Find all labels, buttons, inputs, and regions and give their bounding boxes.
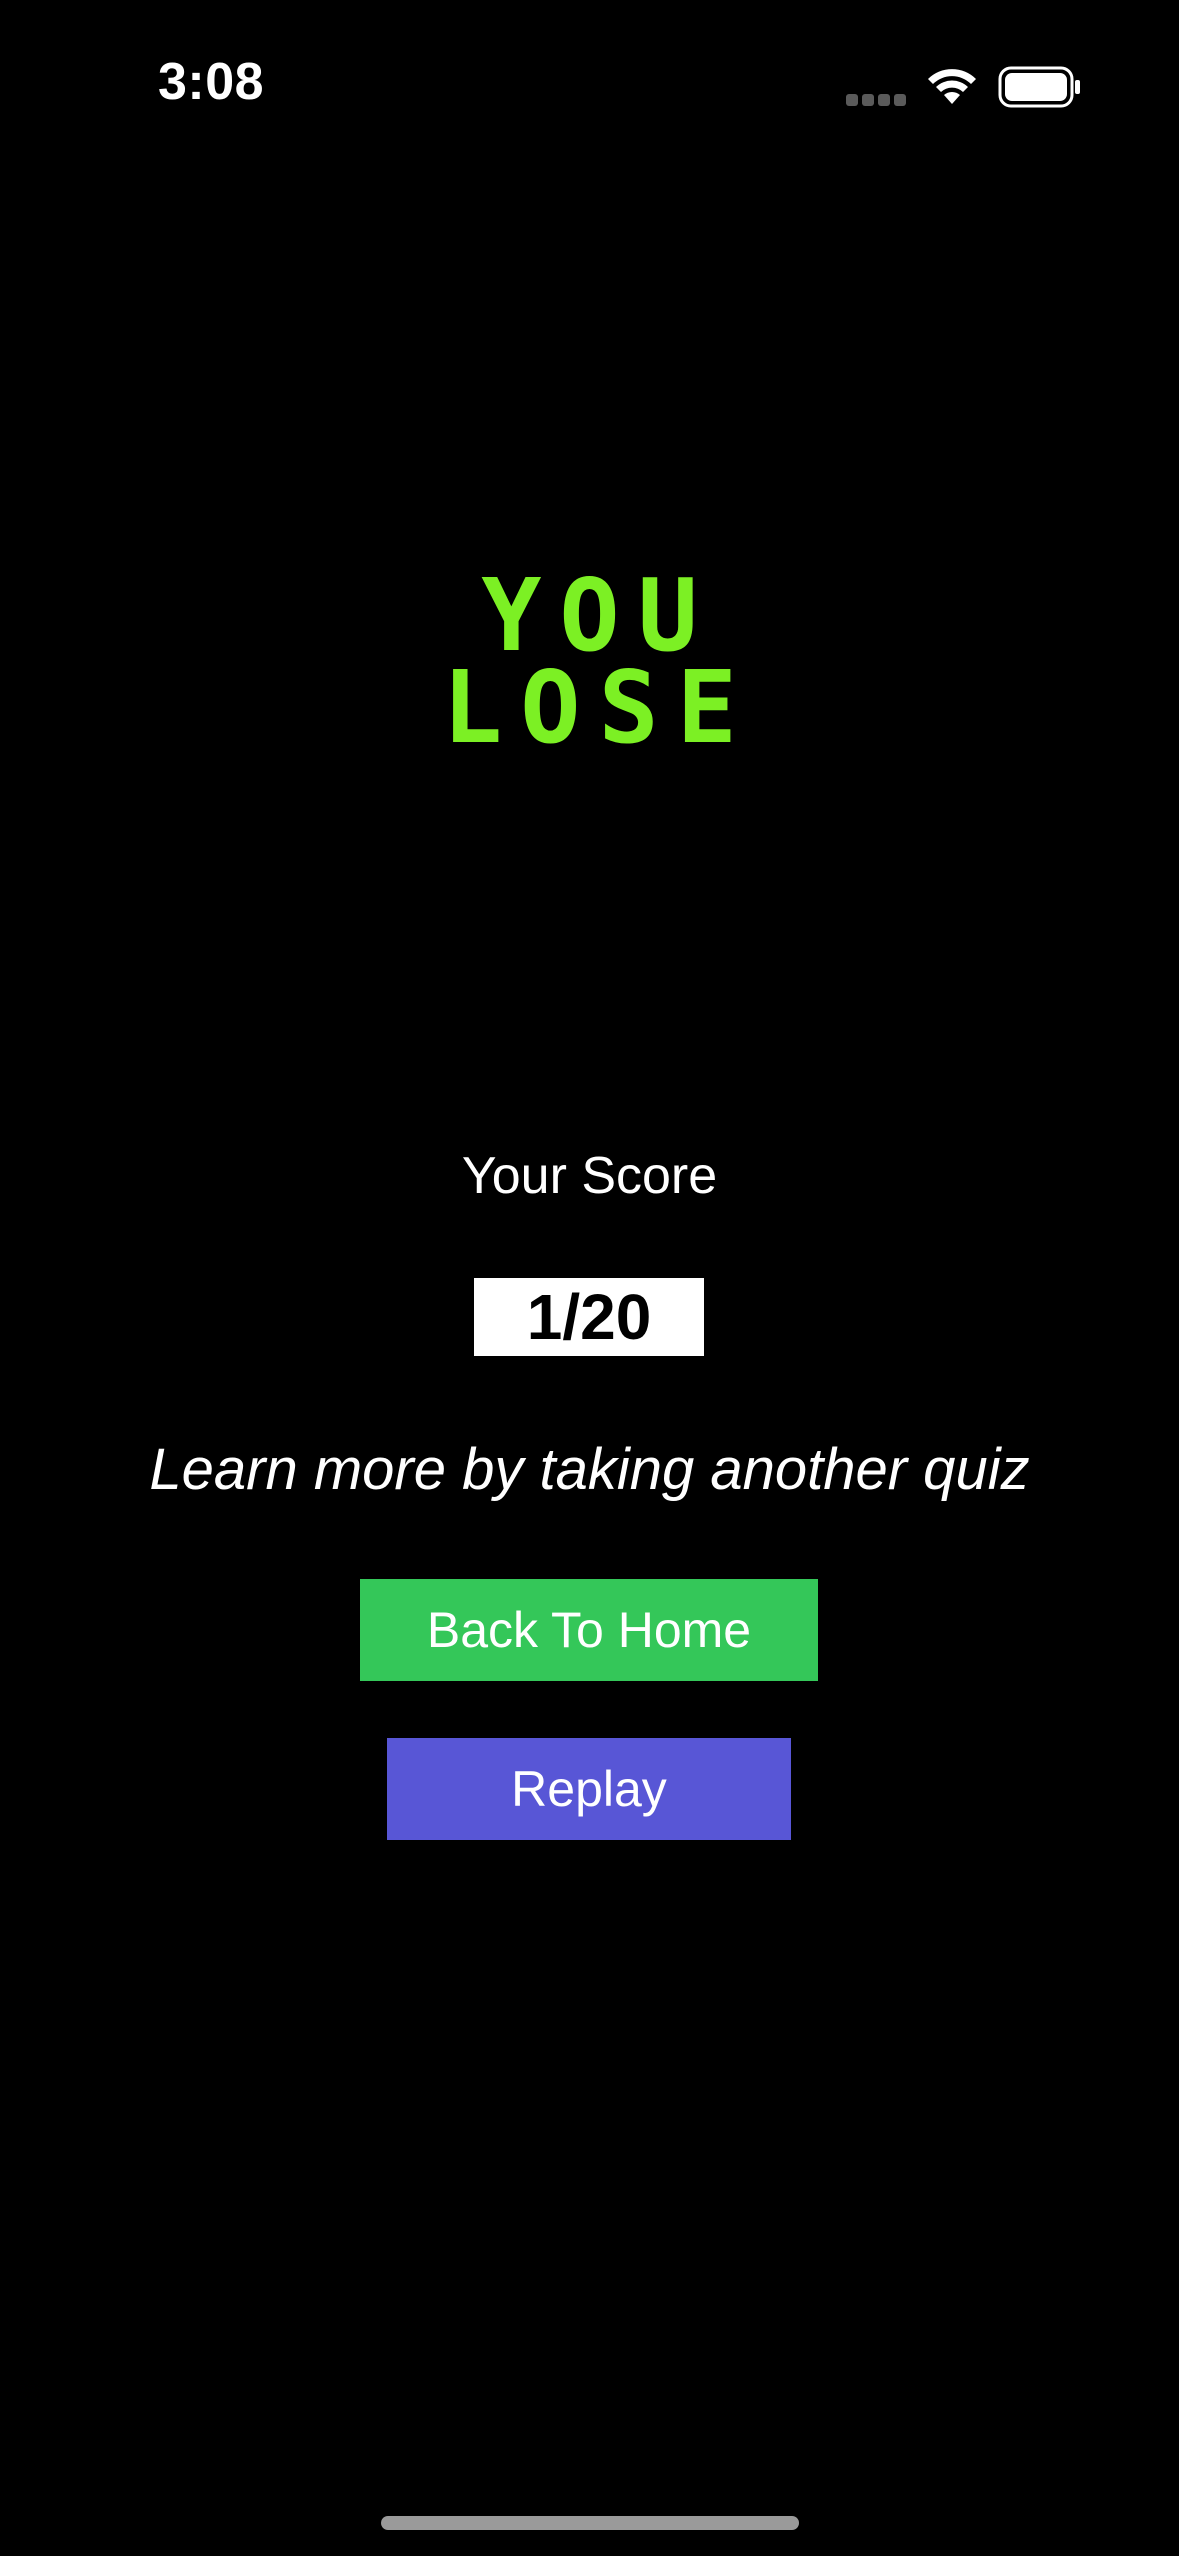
wifi-icon xyxy=(928,69,976,104)
status-time: 3:08 xyxy=(158,53,265,111)
replay-button[interactable]: Replay xyxy=(387,1738,791,1840)
back-to-home-button[interactable]: Back To Home xyxy=(360,1579,818,1681)
encourage-message: Learn more by taking another quiz xyxy=(149,1437,1030,1502)
status-bar: 3:08 xyxy=(0,0,1179,150)
score-value: 1/20 xyxy=(474,1278,704,1356)
home-indicator[interactable] xyxy=(381,2516,799,2530)
battery-icon xyxy=(998,66,1080,108)
score-label: Your Score xyxy=(461,1147,718,1205)
result-title: YOU LOSE xyxy=(0,566,1179,766)
result-title-line2: LOSE xyxy=(442,649,755,766)
signal-dots-icon xyxy=(846,94,906,106)
